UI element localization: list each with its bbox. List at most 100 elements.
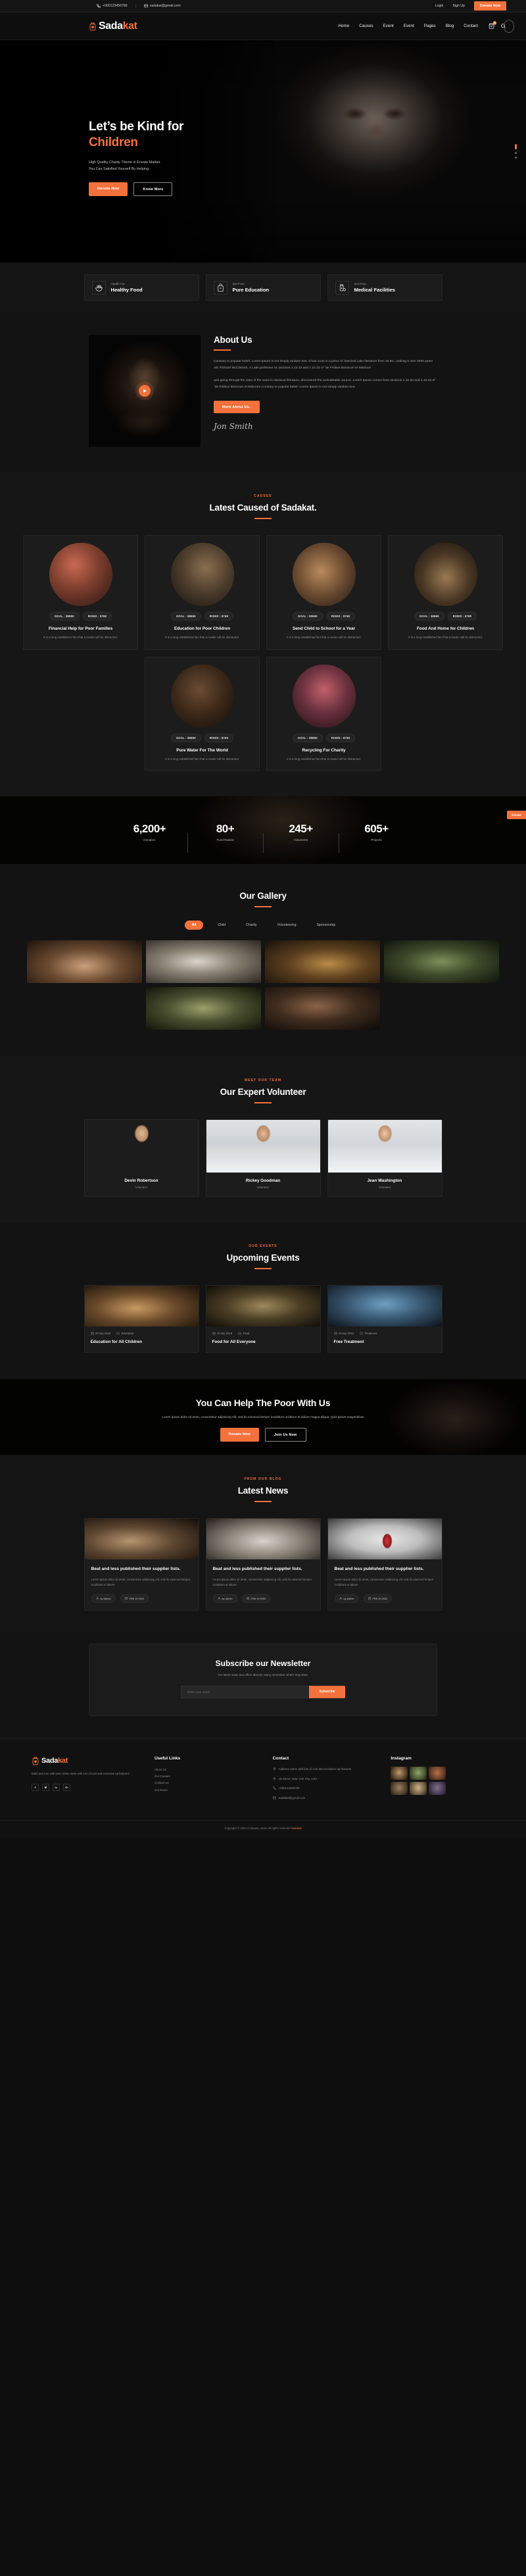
team-member-card[interactable]: Jean Washington Volunteer: [327, 1119, 442, 1198]
counter-value: 6,200+: [133, 822, 166, 836]
cta-join-button[interactable]: Join Us Now: [264, 1428, 306, 1442]
blog-post-card[interactable]: Beat and less published their supplier l…: [205, 1518, 321, 1611]
cause-card[interactable]: GOAL : $9860 RISED : $768 Pure Water For…: [145, 656, 260, 772]
gallery-item[interactable]: [146, 940, 261, 984]
footer-link-about-us[interactable]: About Us: [155, 1767, 258, 1773]
footer-link-our-event[interactable]: Our Event: [155, 1787, 258, 1794]
signup-link[interactable]: Sign Up: [452, 4, 464, 8]
blog-rule: [254, 1501, 272, 1503]
instagram-thumb[interactable]: [429, 1766, 446, 1780]
team-section: Meet Our Team Our Expert Volunteer Devin…: [0, 1056, 526, 1223]
play-icon[interactable]: [139, 385, 151, 397]
gallery-item[interactable]: [265, 940, 380, 984]
donate-now-topbar-button[interactable]: Donate Now: [473, 1, 506, 11]
nav-item-contact[interactable]: Contact: [464, 24, 478, 28]
hero-title-line2: Children: [89, 136, 138, 150]
nav-item-home[interactable]: Home: [338, 24, 349, 28]
cause-goal: GOAL : $9860: [170, 612, 201, 621]
gallery-item[interactable]: [384, 940, 499, 984]
instagram-thumb[interactable]: [429, 1781, 446, 1795]
hero-donate-button[interactable]: Donate Now: [89, 182, 128, 197]
team-member-photo: [327, 1120, 442, 1173]
team-member-card[interactable]: Devin Robertson Volunteer: [84, 1119, 199, 1198]
cause-card[interactable]: GOAL : $9860 RISED : $768 Recycling For …: [266, 656, 381, 772]
team-member-card[interactable]: Rickey Goodman Volunteer: [205, 1119, 321, 1198]
cause-stats: GOAL : $9860 RISED : $768: [273, 733, 375, 742]
cause-card[interactable]: GOAL : $9860 RISED : $768 Financial Help…: [23, 535, 138, 650]
instagram-thumb[interactable]: [391, 1766, 408, 1780]
gallery-filter-sponsorship[interactable]: Sponsorship: [310, 921, 341, 930]
header-decorative-circle: [504, 19, 514, 33]
gallery-item[interactable]: [27, 940, 142, 984]
footer-logo[interactable]: Sadakat: [32, 1756, 140, 1765]
footer-contact-phone[interactable]: +000123456789: [272, 1786, 377, 1792]
event-meta: 20 sep 2018 Treatment: [333, 1332, 436, 1335]
gallery-filter-child[interactable]: Child: [212, 921, 231, 930]
feature-card-pure-education[interactable]: Get Free Pure Education: [205, 274, 321, 301]
topbar-phone[interactable]: +000123456789: [89, 4, 135, 8]
gallery-filter-all[interactable]: All: [184, 921, 204, 930]
feature-subtitle: Get Free: [354, 282, 366, 286]
phone-icon: [272, 1786, 276, 1790]
user-icon: [339, 1597, 342, 1600]
cart-icon[interactable]: 02: [489, 21, 496, 29]
cta-donate-button[interactable]: Donate Now: [220, 1428, 259, 1442]
newsletter-subscribe-button[interactable]: Subscribe: [309, 1685, 345, 1698]
newsletter-email-input[interactable]: [181, 1685, 310, 1698]
twitter-icon[interactable]: [42, 1784, 49, 1792]
event-card[interactable]: 20 sep 2018 Education Education for All …: [84, 1285, 199, 1353]
nav-item-blog[interactable]: Blog: [446, 24, 454, 28]
hero-buttons: Donate Now Know More: [89, 182, 526, 197]
footer-contact-email[interactable]: Sadakat@gmail.com: [272, 1796, 377, 1802]
hero-dot-2[interactable]: [515, 152, 517, 154]
causes-rule: [254, 518, 272, 519]
floating-donate-tab[interactable]: Donate: [507, 811, 526, 820]
feature-title: Medical Facilities: [354, 287, 395, 293]
footer-link-contact-us[interactable]: Contact Us: [155, 1780, 258, 1786]
gallery-filter-charity[interactable]: Charity: [240, 921, 262, 930]
event-card[interactable]: 20 sep 2018 Treatment Free Treatment: [327, 1285, 442, 1353]
nav-item-event-2[interactable]: Event: [404, 24, 414, 28]
feature-card-medical-facilities[interactable]: Get Free Medical Facilities: [327, 274, 442, 301]
instagram-thumb[interactable]: [391, 1781, 408, 1795]
salad-bowl-icon: [91, 280, 106, 295]
about-video-thumbnail[interactable]: [89, 335, 201, 447]
footer-link-our-causes[interactable]: Our Causes: [155, 1773, 258, 1780]
feature-card-healthy-food[interactable]: Health For Healthy Food: [84, 274, 199, 301]
google-plus-icon[interactable]: [63, 1784, 70, 1792]
location-icon: [273, 1767, 275, 1771]
instagram-thumb[interactable]: [410, 1766, 427, 1780]
hero-dot-3[interactable]: [515, 157, 517, 159]
gallery-item[interactable]: [265, 987, 380, 1030]
cause-card[interactable]: GOAL : $9860 RISED : $768 Food And Home …: [388, 535, 503, 650]
hero-slider-dots[interactable]: [515, 141, 517, 161]
nav-item-pages[interactable]: Pages: [424, 24, 436, 28]
hero-dot-1[interactable]: [515, 144, 517, 149]
site-logo[interactable]: Sadakat: [89, 20, 137, 32]
team-member-name: Rickey Goodman: [245, 1178, 281, 1184]
footer-instagram-title: Instagram: [391, 1755, 412, 1761]
more-about-us-button[interactable]: More About Us..: [214, 401, 260, 414]
gallery-item[interactable]: [146, 987, 261, 1030]
blog-post-card[interactable]: Beat and less published their supplier l…: [84, 1518, 199, 1611]
instagram-thumb[interactable]: [410, 1781, 427, 1795]
team-rule: [254, 1102, 272, 1104]
facebook-icon[interactable]: [32, 1784, 39, 1792]
nav-item-causes[interactable]: Causes: [359, 24, 373, 28]
team-member-meta: Jean Washington Volunteer: [328, 1173, 442, 1196]
event-body: 20 sep 2018 Education Education for All …: [85, 1326, 199, 1352]
topbar-email[interactable]: sadakat@gmail.com: [135, 4, 189, 8]
cause-card[interactable]: GOAL : $9860 RISED : $768 Send Child to …: [266, 535, 381, 650]
blog-post-card[interactable]: Beat and less published their supplier l…: [327, 1518, 442, 1611]
cause-card[interactable]: GOAL : $9860 RISED : $768 Education for …: [145, 535, 260, 650]
event-card[interactable]: 20 sep 2018 Food Food for All Everyone: [205, 1285, 321, 1353]
feature-title: Pure Education: [232, 287, 270, 293]
mail-icon: [272, 1796, 276, 1800]
gallery-filter-volunteering[interactable]: Volunteering: [272, 921, 302, 930]
nav-item-event[interactable]: Event: [383, 24, 394, 28]
linkedin-icon[interactable]: [53, 1784, 60, 1792]
login-link[interactable]: Login: [435, 4, 444, 8]
event-meta: 20 sep 2018 Education: [90, 1332, 193, 1335]
hero-know-more-button[interactable]: Know More: [133, 182, 173, 197]
top-bar-contact: +000123456789 sadakat@gmail.com: [89, 4, 189, 8]
